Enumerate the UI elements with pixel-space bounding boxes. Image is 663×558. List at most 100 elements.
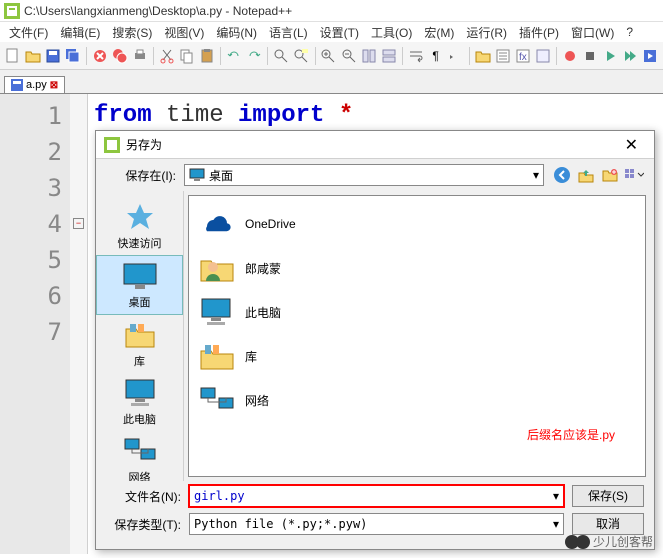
list-item[interactable]: OneDrive — [195, 202, 639, 246]
redo-icon[interactable] — [245, 46, 263, 66]
menu-window[interactable]: 窗口(W) — [566, 22, 619, 43]
save-all-icon[interactable] — [64, 46, 82, 66]
annotation-text: 后缀名应该是.py — [527, 426, 615, 443]
filetype-select[interactable]: Python file (*.py;*.pyw) ▾ — [189, 513, 564, 535]
tab-close-icon[interactable]: ⊠ — [50, 80, 58, 91]
watermark-text: 少儿创客帮 — [593, 533, 653, 550]
list-item[interactable]: 郎咸蒙 — [195, 246, 639, 290]
fold-minus-icon[interactable]: − — [73, 218, 84, 229]
places-sidebar: 快速访问 桌面 库 此电脑 网络 — [96, 191, 184, 481]
play-multi-icon[interactable] — [621, 46, 639, 66]
sidebar-quick-access[interactable]: 快速访问 — [96, 197, 183, 255]
window-title: C:\Users\langxianmeng\Desktop\a.py - Not… — [24, 4, 292, 18]
cut-icon[interactable] — [158, 46, 176, 66]
menu-run[interactable]: 运行(R) — [461, 22, 512, 43]
file-list[interactable]: OneDrive 郎咸蒙 此电脑 库 网络 后缀名应该是.py — [188, 195, 646, 477]
close-all-icon[interactable] — [111, 46, 129, 66]
menu-search[interactable]: 搜索(S) — [107, 22, 157, 43]
menu-language[interactable]: 语言(L) — [264, 22, 313, 43]
record-macro-icon[interactable] — [561, 46, 579, 66]
view-menu-icon[interactable] — [624, 165, 644, 185]
toolbar-separator — [469, 47, 470, 65]
menu-encoding[interactable]: 编码(N) — [211, 22, 262, 43]
line-gutter: 1 2 3 4 5 6 7 — [0, 94, 70, 554]
folder-icon[interactable] — [474, 46, 492, 66]
chevron-down-icon[interactable]: ▾ — [553, 489, 559, 503]
line-number: 3 — [0, 170, 62, 206]
zoom-out-icon[interactable] — [339, 46, 357, 66]
stop-macro-icon[interactable] — [581, 46, 599, 66]
watermark-icon — [576, 535, 590, 549]
sidebar-network[interactable]: 网络 — [96, 431, 183, 481]
menu-view[interactable]: 视图(V) — [159, 22, 209, 43]
wordwrap-icon[interactable] — [407, 46, 425, 66]
replace-icon[interactable] — [292, 46, 310, 66]
toolbar-separator — [220, 47, 221, 65]
location-select[interactable]: 桌面 ▾ — [184, 164, 544, 186]
up-icon[interactable] — [576, 165, 596, 185]
zoom-in-icon[interactable] — [319, 46, 337, 66]
item-label: 库 — [245, 348, 257, 365]
function-list-icon[interactable]: fx — [514, 46, 532, 66]
line-number: 4 — [0, 206, 62, 242]
cancel-button[interactable]: 取消 — [572, 513, 644, 535]
doc-map-icon[interactable] — [534, 46, 552, 66]
line-number: 5 — [0, 242, 62, 278]
location-label: 保存在(I): — [106, 167, 176, 184]
toolbar-separator — [86, 47, 87, 65]
close-icon[interactable] — [91, 46, 109, 66]
showall-icon[interactable]: ¶ — [427, 46, 445, 66]
list-item[interactable]: 库 — [195, 334, 639, 378]
sidebar-desktop[interactable]: 桌面 — [96, 255, 183, 315]
new-folder-icon[interactable] — [600, 165, 620, 185]
chevron-down-icon[interactable]: ▾ — [553, 517, 559, 531]
menu-help[interactable]: ? — [621, 23, 638, 41]
list-item[interactable]: 此电脑 — [195, 290, 639, 334]
sidebar-this-pc[interactable]: 此电脑 — [96, 373, 183, 431]
find-icon[interactable] — [272, 46, 290, 66]
item-label: OneDrive — [245, 217, 296, 231]
line-number: 7 — [0, 314, 62, 350]
undo-icon[interactable] — [225, 46, 243, 66]
pc-icon — [122, 377, 158, 409]
filename-field[interactable] — [194, 489, 553, 503]
dialog-close-button[interactable]: ✕ — [617, 135, 646, 155]
menu-tools[interactable]: 工具(O) — [366, 22, 417, 43]
back-icon[interactable] — [552, 165, 572, 185]
menu-plugins[interactable]: 插件(P) — [514, 22, 564, 43]
save-button[interactable]: 保存(S) — [572, 485, 644, 507]
doc-list-icon[interactable] — [494, 46, 512, 66]
print-icon[interactable] — [131, 46, 149, 66]
sidebar-libraries[interactable]: 库 — [96, 315, 183, 373]
open-file-icon[interactable] — [24, 46, 42, 66]
save-macro-icon[interactable] — [641, 46, 659, 66]
tab-bar: a.py ⊠ — [0, 70, 663, 94]
toolbar-separator — [153, 47, 154, 65]
fold-column: − — [70, 94, 88, 554]
save-icon[interactable] — [44, 46, 62, 66]
menu-file[interactable]: 文件(F) — [4, 22, 53, 43]
item-label: 郎咸蒙 — [245, 260, 281, 277]
menu-settings[interactable]: 设置(T) — [315, 22, 364, 43]
paste-icon[interactable] — [198, 46, 216, 66]
menu-edit[interactable]: 编辑(E) — [55, 22, 105, 43]
network-icon — [199, 384, 235, 416]
watermark: 少儿创客帮 — [565, 533, 653, 550]
new-file-icon[interactable] — [4, 46, 22, 66]
menu-macro[interactable]: 宏(M) — [419, 22, 459, 43]
sync-v-icon[interactable] — [360, 46, 378, 66]
list-item[interactable]: 网络 — [195, 378, 639, 422]
window-title-bar: C:\Users\langxianmeng\Desktop\a.py - Not… — [0, 0, 663, 22]
copy-icon[interactable] — [178, 46, 196, 66]
operator: * — [339, 102, 353, 129]
sync-h-icon[interactable] — [380, 46, 398, 66]
file-tab[interactable]: a.py ⊠ — [4, 76, 65, 93]
sidebar-label: 此电脑 — [98, 411, 181, 427]
location-bar: 保存在(I): 桌面 ▾ — [96, 159, 654, 191]
play-macro-icon[interactable] — [601, 46, 619, 66]
line-number: 6 — [0, 278, 62, 314]
indent-icon[interactable] — [447, 46, 465, 66]
filename-input[interactable]: ▾ — [189, 485, 564, 507]
star-icon — [122, 201, 158, 233]
filetype-value: Python file (*.py;*.pyw) — [194, 517, 553, 531]
